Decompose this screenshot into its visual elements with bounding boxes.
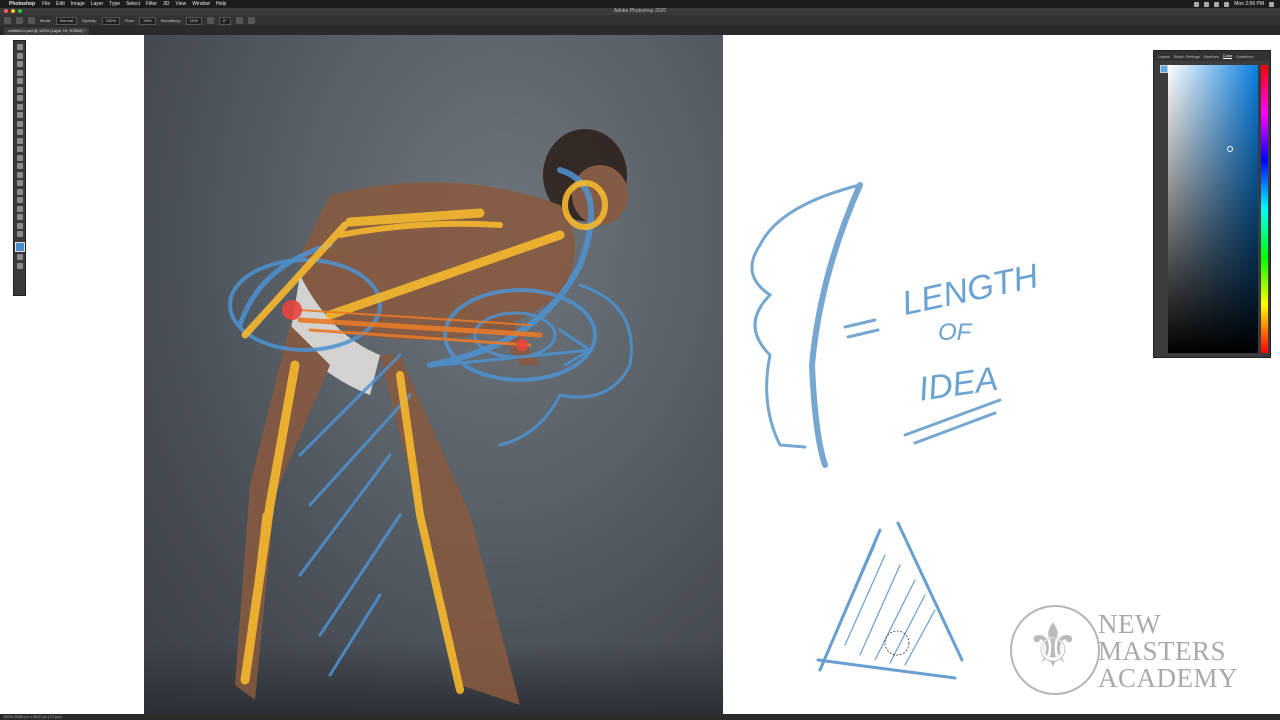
artboard-tool-icon[interactable] [16, 52, 23, 59]
hue-slider[interactable] [1261, 65, 1268, 353]
marquee-tool-icon[interactable] [16, 61, 23, 67]
quick-mask-icon[interactable] [16, 254, 23, 260]
menu-select[interactable]: Select [126, 1, 140, 7]
opacity-label: Opacity: [82, 18, 97, 23]
macos-menu-bar: Photoshop File Edit Image Layer Type Sel… [0, 0, 1280, 8]
type-tool-icon[interactable] [16, 188, 23, 195]
watermark-line-3: ACADEMY [1098, 663, 1239, 693]
screen-mode-icon[interactable] [16, 262, 23, 269]
menu-layer[interactable]: Layer [91, 1, 104, 7]
opacity-field[interactable]: 100% [101, 16, 120, 25]
brush-tool-icon[interactable] [16, 120, 23, 127]
menu-filter[interactable]: Filter [146, 1, 157, 7]
gradient-tool-icon[interactable] [16, 154, 23, 161]
foreground-color-swatch[interactable] [14, 241, 25, 252]
shoulder-joint-marker [516, 339, 528, 351]
pen-tool-icon[interactable] [16, 180, 23, 186]
smoothing-settings-icon[interactable] [206, 17, 214, 24]
angle-field[interactable]: 0° [218, 16, 231, 25]
triangle-sketch [816, 521, 964, 680]
zoom-tool-icon[interactable] [16, 222, 23, 229]
spotlight-icon[interactable] [1269, 1, 1274, 7]
quick-select-tool-icon[interactable] [16, 78, 23, 84]
frame-tool-icon[interactable] [16, 95, 23, 101]
panel-tabs: Layers Brush Settings Brushes Color Swat… [1154, 51, 1270, 61]
move-tool-icon[interactable] [16, 44, 23, 50]
color-panel: Layers Brush Settings Brushes Color Swat… [1153, 50, 1271, 358]
hip-joint-marker [282, 300, 302, 320]
new-masters-academy-watermark: NEW MASTERS ACADEMY [1010, 605, 1270, 700]
smoothing-label: Smoothing: [160, 18, 181, 23]
menu-file[interactable]: File [42, 1, 50, 7]
close-window-button[interactable] [4, 9, 8, 13]
tab-brush-settings[interactable]: Brush Settings [1174, 54, 1200, 59]
watermark-wordmark: NEW MASTERS ACADEMY [1098, 611, 1238, 692]
history-brush-tool-icon[interactable] [16, 137, 23, 144]
photoshop-window: Photoshop File Edit Image Layer Type Sel… [0, 0, 1280, 720]
document-tab-bar: Untitled-1.psd @ 100% (Layer 19, RGB/8) … [0, 27, 1280, 35]
symmetry-icon[interactable] [247, 17, 255, 24]
watermark-line-2: MASTERS [1098, 636, 1227, 666]
path-selection-tool-icon[interactable] [16, 197, 23, 203]
dodge-tool-icon[interactable] [16, 171, 23, 178]
fleur-de-lis-seal [1010, 605, 1100, 695]
lasso-tool-icon[interactable] [16, 69, 23, 76]
flow-label: Flow: [124, 18, 135, 23]
battery-icon[interactable] [1224, 1, 1230, 7]
window-title-bar: Adobe Photoshop 2020 [0, 8, 1280, 15]
eraser-tool-icon[interactable] [16, 146, 23, 152]
menu-3d[interactable]: 3D [163, 1, 169, 7]
tab-layers[interactable]: Layers [1158, 54, 1170, 59]
menubar-clock[interactable]: Mon 2:06 PM [1234, 1, 1264, 7]
dropbox-icon[interactable] [1194, 1, 1200, 7]
color-picker-cursor[interactable] [1227, 146, 1233, 152]
tab-swatches[interactable]: Swatches [1236, 54, 1253, 59]
panel-foreground-swatch[interactable] [1160, 65, 1168, 73]
window-title: Adobe Photoshop 2020 [613, 8, 667, 14]
menubar-status-area: Mon 2:06 PM [1194, 1, 1280, 7]
menu-list: File Edit Image Layer Type Select Filter… [42, 1, 226, 7]
document-tab[interactable]: Untitled-1.psd @ 100% (Layer 19, RGB/8) … [4, 27, 90, 35]
brush-tool-icon[interactable] [16, 17, 23, 24]
smoothing-field[interactable]: 10% [185, 16, 202, 25]
saturation-brightness-field[interactable] [1168, 65, 1258, 353]
watermark-line-1: NEW [1098, 609, 1161, 639]
options-bar: Mode: Normal Opacity: 100% Flow: 29% Smo… [0, 15, 1280, 27]
flow-field[interactable]: 29% [139, 16, 156, 25]
menu-window[interactable]: Window [192, 1, 210, 7]
menu-help[interactable]: Help [216, 1, 226, 7]
tools-panel [13, 40, 26, 296]
pressure-size-icon[interactable] [235, 17, 243, 24]
tab-brushes[interactable]: Brushes [1204, 54, 1219, 59]
healing-brush-tool-icon[interactable] [16, 112, 23, 118]
menu-edit[interactable]: Edit [56, 1, 65, 7]
brush-cursor [884, 630, 910, 656]
wifi-icon[interactable] [1204, 1, 1210, 7]
mode-label: Mode: [40, 18, 52, 23]
crop-tool-icon[interactable] [16, 86, 23, 93]
minimize-window-button[interactable] [11, 9, 15, 13]
eyedropper-tool-icon[interactable] [16, 103, 23, 110]
app-menu[interactable]: Photoshop [9, 1, 35, 7]
note-length: LENGTH [899, 257, 1042, 323]
tab-color[interactable]: Color [1222, 53, 1233, 59]
window-controls [4, 9, 22, 13]
status-bar: 100% 8000 px x 5000 px (72 ppi) [0, 714, 1280, 720]
clone-stamp-tool-icon[interactable] [16, 129, 23, 135]
zoom-window-button[interactable] [18, 9, 22, 13]
shape-tool-icon[interactable] [16, 205, 23, 212]
hand-tool-icon[interactable] [16, 214, 23, 220]
menu-type[interactable]: Type [109, 1, 120, 7]
menu-image[interactable]: Image [71, 1, 85, 7]
volume-icon[interactable] [1214, 1, 1220, 7]
blur-tool-icon[interactable] [16, 163, 23, 169]
menu-view[interactable]: View [176, 1, 187, 7]
note-of: OF [938, 319, 973, 346]
more-tools-icon[interactable] [16, 231, 23, 237]
home-icon[interactable] [4, 17, 11, 24]
note-idea: IDEA [916, 360, 1000, 409]
brush-preset-picker[interactable] [28, 17, 35, 24]
mode-select[interactable]: Normal [56, 16, 78, 25]
